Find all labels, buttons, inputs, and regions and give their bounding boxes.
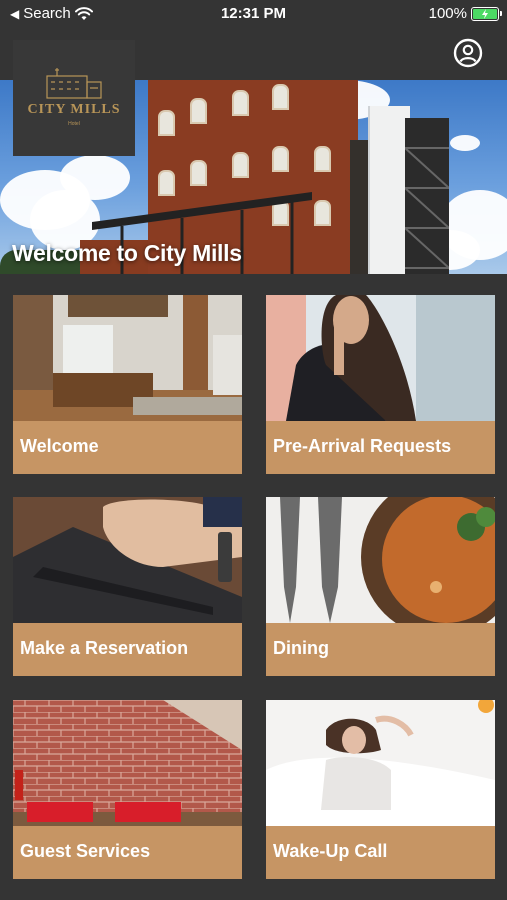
battery-status: 100% — [428, 5, 502, 22]
user-circle-icon[interactable] — [453, 38, 483, 68]
tile-welcome[interactable]: Welcome — [13, 295, 242, 474]
mill-building-icon — [46, 68, 102, 99]
city-mills-logo: CITY MILLS Hotel — [13, 40, 135, 156]
status-bar: ◀ Search 12:31 PM 100% — [0, 0, 507, 28]
logo-subtitle: Hotel — [68, 121, 80, 127]
logo-name: CITY MILLS — [27, 102, 121, 117]
building-white — [368, 106, 410, 274]
laptop-typing-photo — [13, 497, 242, 623]
tile-pre-arrival-requests[interactable]: Pre-Arrival Requests — [266, 295, 495, 474]
tile-label: Pre-Arrival Requests — [266, 421, 495, 474]
hero-title: Welcome to City Mills — [12, 240, 242, 266]
battery-charging-icon — [471, 6, 502, 21]
tile-label: Guest Services — [13, 826, 242, 879]
woman-waking-photo — [266, 700, 495, 826]
tile-label: Welcome — [13, 421, 242, 474]
phone-call-photo — [266, 295, 495, 421]
tile-make-a-reservation[interactable]: Make a Reservation — [13, 497, 242, 676]
tile-dining[interactable]: Dining — [266, 497, 495, 676]
tile-label: Make a Reservation — [13, 623, 242, 676]
tile-guest-services[interactable]: Guest Services — [13, 700, 242, 879]
brick-wall-photo — [13, 700, 242, 826]
battery-percent: 100% — [428, 5, 467, 22]
lobby-photo — [13, 295, 242, 421]
tile-wake-up-call[interactable]: Wake-Up Call — [266, 700, 495, 879]
stair-tower — [404, 118, 450, 274]
soup-bowl-photo — [266, 497, 495, 623]
tile-label: Wake-Up Call — [266, 826, 495, 879]
tile-label: Dining — [266, 623, 495, 676]
